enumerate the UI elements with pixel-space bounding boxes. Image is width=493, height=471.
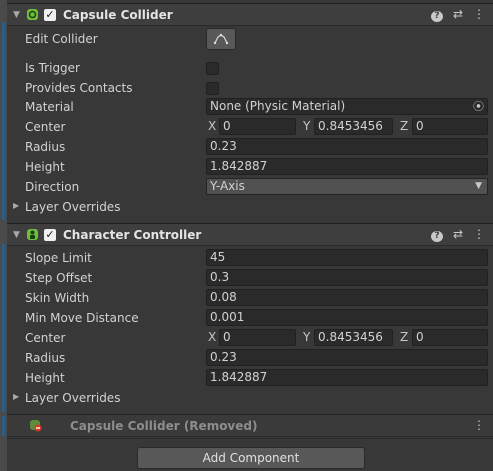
layer-overrides-foldout[interactable]: ▶ Layer Overrides xyxy=(7,388,493,408)
material-row: Material None (Physic Material) ⦿ xyxy=(7,97,493,117)
center-y-field[interactable]: 0.8453456 xyxy=(314,329,393,346)
component-enabled-checkbox[interactable]: ✓ xyxy=(44,228,56,241)
edit-collider-label: Edit Collider xyxy=(25,32,98,46)
provides-contacts-label: Provides Contacts xyxy=(25,81,133,95)
inspector-panel: ▼ ✓ Capsule Collider ? ⇄ ⋮ Edit Collider… xyxy=(7,0,493,471)
height-row: Height 1.842887 xyxy=(7,157,493,177)
axis-y-label: Y xyxy=(303,119,311,133)
axis-z-label: Z xyxy=(400,330,409,344)
kebab-menu-icon[interactable]: ⋮ xyxy=(473,7,485,22)
height-row: Height 1.842887 xyxy=(7,368,493,388)
min-move-distance-field[interactable]: 0.001 xyxy=(206,309,488,326)
kebab-menu-icon[interactable]: ⋮ xyxy=(473,418,485,432)
step-offset-row: Step Offset 0.3 xyxy=(7,268,493,288)
height-label: Height xyxy=(25,160,65,174)
layer-overrides-label: Layer Overrides xyxy=(25,200,121,214)
radius-field[interactable]: 0.23 xyxy=(206,138,488,155)
foldout-arrow-icon[interactable]: ▼ xyxy=(13,10,23,20)
min-move-distance-label: Min Move Distance xyxy=(25,311,139,325)
direction-label: Direction xyxy=(25,180,80,194)
center-x-field[interactable]: 0 xyxy=(219,118,296,135)
kebab-menu-icon[interactable]: ⋮ xyxy=(473,227,485,242)
layer-overrides-label: Layer Overrides xyxy=(25,391,121,405)
component-title: Capsule Collider (Removed) xyxy=(70,418,258,433)
component-title: Character Controller xyxy=(63,227,202,242)
divider xyxy=(7,438,493,439)
center-x-field[interactable]: 0 xyxy=(219,329,296,346)
radius-row: Radius 0.23 xyxy=(7,137,493,157)
selection-bar xyxy=(2,244,5,412)
selection-bar xyxy=(2,416,5,436)
component-title: Capsule Collider xyxy=(63,7,173,22)
capsule-collider-icon xyxy=(26,8,39,21)
layer-overrides-foldout[interactable]: ▶ Layer Overrides xyxy=(7,197,493,217)
radius-label: Radius xyxy=(25,140,66,154)
foldout-right-icon[interactable]: ▶ xyxy=(13,201,19,210)
min-move-distance-row: Min Move Distance 0.001 xyxy=(7,308,493,328)
center-row: Center X 0 Y 0.8453456 Z 0 xyxy=(7,328,493,348)
center-row: Center X 0 Y 0.8453456 Z 0 xyxy=(7,117,493,137)
help-icon[interactable]: ? xyxy=(431,7,443,22)
component-enabled-checkbox[interactable]: ✓ xyxy=(44,8,56,21)
removed-component-header[interactable]: Capsule Collider (Removed) ⋮ xyxy=(7,414,493,437)
center-y-field[interactable]: 0.8453456 xyxy=(314,118,393,135)
material-label: Material xyxy=(25,100,74,114)
slope-limit-field[interactable]: 45 xyxy=(206,249,488,266)
presets-icon[interactable]: ⇄ xyxy=(452,227,464,242)
center-vector: X 0 Y 0.8453456 Z 0 xyxy=(206,329,488,346)
radius-field[interactable]: 0.23 xyxy=(206,349,488,366)
center-vector: X 0 Y 0.8453456 Z 0 xyxy=(206,118,488,135)
edit-collider-button[interactable] xyxy=(206,28,236,50)
skin-width-field[interactable]: 0.08 xyxy=(206,289,488,306)
slope-limit-row: Slope Limit 45 xyxy=(7,248,493,268)
center-z-field[interactable]: 0 xyxy=(412,118,488,135)
help-icon[interactable]: ? xyxy=(431,227,443,242)
axis-y-label: Y xyxy=(303,330,311,344)
axis-x-label: X xyxy=(208,330,217,344)
slope-limit-label: Slope Limit xyxy=(25,251,92,265)
skin-width-row: Skin Width 0.08 xyxy=(7,288,493,308)
selection-bar xyxy=(2,22,5,220)
is-trigger-row: Is Trigger xyxy=(7,58,493,78)
is-trigger-checkbox[interactable] xyxy=(206,62,219,75)
center-label: Center xyxy=(25,331,66,345)
radius-label: Radius xyxy=(25,351,66,365)
height-field[interactable]: 1.842887 xyxy=(206,369,488,386)
material-value: None (Physic Material) xyxy=(210,99,346,113)
step-offset-field[interactable]: 0.3 xyxy=(206,269,488,286)
chevron-down-icon: ▼ xyxy=(475,181,482,191)
axis-z-label: Z xyxy=(400,119,409,133)
radius-row: Radius 0.23 xyxy=(7,348,493,368)
add-component-button[interactable]: Add Component xyxy=(137,447,365,469)
skin-width-label: Skin Width xyxy=(25,291,90,305)
height-field[interactable]: 1.842887 xyxy=(206,158,488,175)
removed-component-icon xyxy=(29,419,42,432)
center-z-field[interactable]: 0 xyxy=(412,329,488,346)
direction-value: Y-Axis xyxy=(210,179,245,193)
is-trigger-label: Is Trigger xyxy=(25,61,80,75)
center-label: Center xyxy=(25,120,66,134)
foldout-right-icon[interactable]: ▶ xyxy=(13,392,19,401)
provides-contacts-row: Provides Contacts xyxy=(7,78,493,98)
direction-dropdown[interactable]: Y-Axis ▼ xyxy=(206,178,488,195)
provides-contacts-checkbox[interactable] xyxy=(206,82,219,95)
character-controller-header[interactable]: ▼ ✓ Character Controller ? ⇄ ⋮ xyxy=(7,223,493,246)
edit-collider-row: Edit Collider xyxy=(7,28,493,50)
material-field[interactable]: None (Physic Material) ⦿ xyxy=(206,98,488,115)
object-picker-icon[interactable]: ⦿ xyxy=(472,100,485,113)
axis-x-label: X xyxy=(208,119,217,133)
left-edge xyxy=(0,0,7,471)
foldout-arrow-icon[interactable]: ▼ xyxy=(13,230,23,240)
height-label: Height xyxy=(25,371,65,385)
character-controller-icon xyxy=(26,228,39,241)
direction-row: Direction Y-Axis ▼ xyxy=(7,177,493,197)
capsule-collider-header[interactable]: ▼ ✓ Capsule Collider ? ⇄ ⋮ xyxy=(7,3,493,26)
presets-icon[interactable]: ⇄ xyxy=(452,7,464,22)
step-offset-label: Step Offset xyxy=(25,271,93,285)
